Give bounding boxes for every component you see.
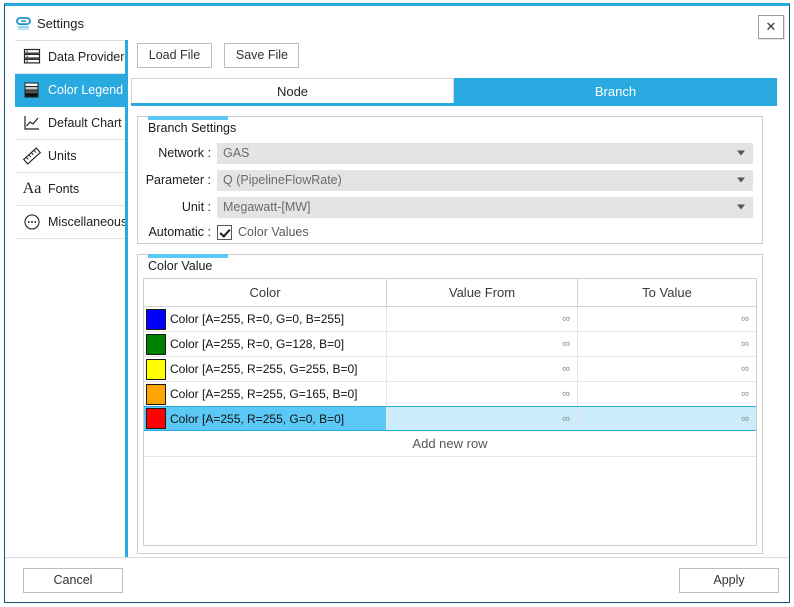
table-row[interactable]: Color [A=255, R=255, G=165, B=0] ∞ ∞ xyxy=(144,382,756,407)
cell-color[interactable]: Color [A=255, R=0, G=128, B=0] xyxy=(144,332,387,356)
sidebar-item-label: Fonts xyxy=(48,181,80,196)
color-legend-icon xyxy=(21,79,43,101)
cancel-button[interactable]: Cancel xyxy=(23,568,123,593)
font-aa-icon: Aa xyxy=(22,180,42,197)
color-swatch xyxy=(146,333,166,355)
cell-to-value[interactable]: ∞ xyxy=(578,407,756,430)
cell-value-from[interactable]: ∞ xyxy=(387,407,578,430)
sidebar-item-data-provider[interactable]: Data Provider xyxy=(15,41,125,74)
load-file-button[interactable]: Load File xyxy=(137,43,212,68)
color-description: Color [A=255, R=0, G=128, B=0] xyxy=(170,337,345,351)
sidebar: Data Provider Color Legend Default Chart… xyxy=(15,40,125,561)
sidebar-item-miscellaneous[interactable]: Miscellaneous xyxy=(15,206,125,239)
network-row: Network : GAS xyxy=(138,142,762,164)
color-value-title: Color Value xyxy=(148,259,213,273)
group-accent-bar xyxy=(148,116,228,120)
table-header: Color Value From To Value xyxy=(144,279,756,307)
cell-to-value[interactable]: ∞ xyxy=(578,332,756,356)
sidebar-item-fonts[interactable]: Aa Fonts xyxy=(15,173,125,206)
color-description: Color [A=255, R=0, G=0, B=255] xyxy=(170,312,345,326)
ruler-icon xyxy=(21,145,43,167)
settings-dialog: Settings ✕ Data Provider Color Legend De… xyxy=(4,3,790,603)
color-swatch xyxy=(146,308,166,330)
unit-value: Megawatt-[MW] xyxy=(223,200,311,214)
tab-label: Node xyxy=(276,83,309,99)
column-header-to-value[interactable]: To Value xyxy=(578,279,756,306)
color-swatch xyxy=(146,358,166,380)
column-header-color[interactable]: Color xyxy=(144,279,387,306)
parameter-row: Parameter : Q (PipelineFlowRate) xyxy=(138,169,762,191)
sidebar-item-label: Data Provider xyxy=(48,49,125,64)
cell-to-value[interactable]: ∞ xyxy=(578,382,756,406)
automatic-row: Automatic : Color Values xyxy=(138,221,762,243)
sidebar-item-default-chart[interactable]: Default Chart xyxy=(15,107,125,140)
window-title: Settings xyxy=(37,16,84,31)
chevron-down-icon xyxy=(737,150,745,156)
color-description: Color [A=255, R=255, G=165, B=0] xyxy=(170,387,358,401)
sidebar-item-label: Default Chart xyxy=(48,115,122,130)
save-file-button[interactable]: Save File xyxy=(224,43,300,68)
chain-link-icon xyxy=(15,15,32,32)
dialog-footer: Cancel Apply xyxy=(5,557,789,602)
table-row-selected[interactable]: Color [A=255, R=255, G=0, B=0] ∞ ∞ xyxy=(144,406,756,431)
parameter-value: Q (PipelineFlowRate) xyxy=(223,173,342,187)
unit-dropdown[interactable]: Megawatt-[MW] xyxy=(217,196,753,218)
column-header-value-from[interactable]: Value From xyxy=(387,279,578,306)
tab-node[interactable]: Node xyxy=(131,78,454,103)
server-stack-icon xyxy=(21,46,43,68)
color-values-checkbox[interactable] xyxy=(217,224,232,240)
cell-color[interactable]: Color [A=255, R=0, G=0, B=255] xyxy=(144,307,387,331)
sidebar-divider xyxy=(125,40,128,561)
sidebar-item-label: Color Legend xyxy=(48,82,124,97)
network-value: GAS xyxy=(223,146,250,160)
chevron-down-icon xyxy=(737,204,745,210)
parameter-dropdown[interactable]: Q (PipelineFlowRate) xyxy=(217,169,753,191)
group-accent-bar xyxy=(148,254,228,258)
network-label: Network : xyxy=(158,146,211,160)
content-panel: Load File Save File Node Branch Branch S… xyxy=(131,40,783,561)
color-values-label: Color Values xyxy=(238,225,309,239)
color-swatch xyxy=(146,383,166,405)
file-toolbar: Load File Save File xyxy=(137,43,307,68)
color-description: Color [A=255, R=255, G=255, B=0] xyxy=(170,362,358,376)
cell-color[interactable]: Color [A=255, R=255, G=255, B=0] xyxy=(144,357,387,381)
unit-row: Unit : Megawatt-[MW] xyxy=(138,196,762,218)
cell-color[interactable]: Color [A=255, R=255, G=165, B=0] xyxy=(144,382,387,406)
sidebar-item-color-legend[interactable]: Color Legend xyxy=(15,74,125,107)
close-button[interactable]: ✕ xyxy=(758,15,784,39)
add-new-row-button[interactable]: Add new row xyxy=(144,431,756,457)
cell-to-value[interactable]: ∞ xyxy=(578,357,756,381)
chevron-down-icon xyxy=(737,177,745,183)
branch-settings-group: Branch Settings Network : GAS Parameter … xyxy=(137,116,763,244)
table-row[interactable]: Color [A=255, R=255, G=255, B=0] ∞ ∞ xyxy=(144,357,756,382)
line-chart-icon xyxy=(21,112,43,134)
cell-to-value[interactable]: ∞ xyxy=(578,307,756,331)
color-swatch xyxy=(146,408,166,429)
cell-value-from[interactable]: ∞ xyxy=(387,332,578,356)
cell-value-from[interactable]: ∞ xyxy=(387,382,578,406)
table-row[interactable]: Color [A=255, R=0, G=128, B=0] ∞ ∞ xyxy=(144,332,756,357)
parameter-label: Parameter : xyxy=(145,173,211,187)
sidebar-item-label: Units xyxy=(48,148,77,163)
table-row[interactable]: Color [A=255, R=0, G=0, B=255] ∞ ∞ xyxy=(144,307,756,332)
tab-bar: Node Branch xyxy=(131,78,777,106)
cell-color[interactable]: Color [A=255, R=255, G=0, B=0] xyxy=(144,407,387,430)
cell-value-from[interactable]: ∞ xyxy=(387,307,578,331)
color-description: Color [A=255, R=255, G=0, B=0] xyxy=(170,411,345,426)
tab-label: Branch xyxy=(594,83,637,99)
color-value-table: Color Value From To Value Color [A=255, … xyxy=(143,278,757,546)
apply-button[interactable]: Apply xyxy=(679,568,779,593)
branch-settings-title: Branch Settings xyxy=(148,121,237,135)
cell-value-from[interactable]: ∞ xyxy=(387,357,578,381)
color-value-group: Color Value Color Value From To Value Co… xyxy=(137,254,763,554)
automatic-label: Automatic : xyxy=(148,225,211,239)
sidebar-item-label: Miscellaneous xyxy=(48,214,125,229)
title-bar: Settings ✕ xyxy=(5,6,789,40)
unit-label: Unit : xyxy=(181,200,211,214)
sidebar-item-units[interactable]: Units xyxy=(15,140,125,173)
network-dropdown[interactable]: GAS xyxy=(217,142,753,164)
tab-branch[interactable]: Branch xyxy=(454,78,777,103)
close-icon: ✕ xyxy=(765,19,777,34)
ellipsis-circle-icon xyxy=(21,211,43,233)
